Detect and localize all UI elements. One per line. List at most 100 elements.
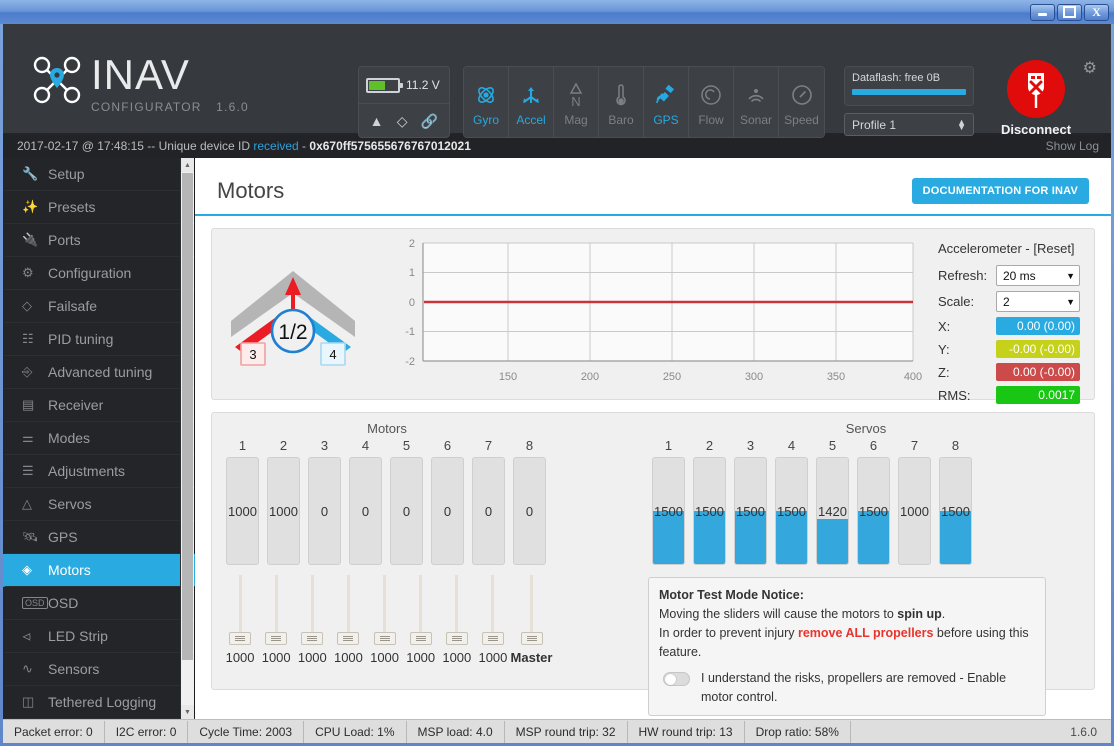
slider-handle[interactable] [229,632,252,645]
restore-button[interactable] [1057,3,1082,21]
sidebar-item-label: Sensors [48,661,100,677]
sidebar-item-configuration[interactable]: ⚙ Configuration [3,257,195,290]
servo-bar-value: 1500 [941,504,970,519]
refresh-select[interactable]: 20 ms ▼ [996,265,1080,286]
sensor-accel[interactable]: Accel [509,67,554,137]
slider-track[interactable] [383,575,387,633]
enable-motor-control-toggle[interactable] [663,672,690,686]
svg-text:300: 300 [745,371,763,383]
accelerometer-title[interactable]: Accelerometer - [Reset] [938,241,1080,256]
accelerometer-chart: 2 1 0 -1 -2 150 200 250 300 350 400 [368,235,928,393]
sensor-baro[interactable]: Baro [599,67,644,137]
accel-x-label: X: [938,318,951,334]
warning-icon[interactable]: ▲ [370,114,384,128]
motor-number: 3 [320,438,329,453]
motor-slider[interactable]: 1000 [258,575,294,665]
slider-handle[interactable] [409,632,432,645]
motor-bar: 0 [431,457,464,565]
scale-select[interactable]: 2 ▼ [996,291,1080,312]
slider-track[interactable] [274,575,278,633]
motor-slider[interactable]: 1000 [439,575,475,665]
sidebar-item-pid-tuning[interactable]: ☷ PID tuning [3,323,195,356]
motor-slider[interactable]: 1000 [475,575,511,665]
scrollbar-thumb[interactable] [182,173,193,660]
sidebar-item-receiver[interactable]: ▤ Receiver [3,389,195,422]
servo-bar-value: 1500 [736,504,765,519]
sidebar-item-label: Advanced tuning [48,364,153,380]
motor-number: 5 [402,438,411,453]
slider-track[interactable] [310,575,314,633]
status-msp-round-trip: MSP round trip: 32 [505,720,628,743]
sensor-mag[interactable]: N Mag [554,67,599,137]
slider-handle[interactable] [265,632,288,645]
sidebar-item-servos[interactable]: △ Servos [3,488,195,521]
sensor-gps[interactable]: GPS [644,67,689,137]
sidebar-item-ports[interactable]: 🔌 Ports [3,224,195,257]
motor-slider[interactable]: 1000 [330,575,366,665]
scroll-down-arrow-icon[interactable]: ▼ [181,705,194,719]
parachute-icon[interactable]: ◇ [397,114,408,128]
servo-bar-cell: 1500 [689,457,730,565]
refresh-value: 20 ms [1003,268,1036,283]
motor-slider[interactable]: 1000 [294,575,330,665]
sidebar-item-setup[interactable]: 🔧 Setup [3,158,195,191]
scale-row: Scale: 2 ▼ [938,291,1080,312]
motor-slider[interactable]: 1000 [222,575,258,665]
sensor-speed[interactable]: Speed [779,67,824,137]
minimize-button[interactable] [1030,3,1055,21]
motor-slider[interactable]: 1000 [367,575,403,665]
motor-icon: ◈ [22,562,32,577]
sidebar-item-motors[interactable]: ◈ Motors [3,554,195,587]
slider-handle[interactable] [301,632,324,645]
notice-heading: Motor Test Mode Notice: [659,588,804,602]
slider-track[interactable] [419,575,423,633]
sidebar-item-tethered-logging[interactable]: ◫ Tethered Logging [3,686,195,719]
motors-pane: Motors 12345678 1000 1000 0 0 0 0 0 0 1000 1000 1… [222,421,553,681]
slider-track[interactable] [238,575,242,633]
sidebar-scrollbar[interactable]: ▲ ▼ [180,158,194,719]
sidebar-item-osd[interactable]: OSD OSD [3,587,195,620]
sidebar-item-adjustments[interactable]: ☰ Adjustments [3,455,195,488]
close-button[interactable]: X [1084,3,1109,21]
disconnect-button[interactable]: Disconnect [998,60,1074,137]
scroll-up-arrow-icon[interactable]: ▲ [181,158,194,172]
slider-handle[interactable] [373,632,396,645]
sensor-sonar[interactable]: Sonar [734,67,779,137]
sidebar-item-label: Setup [48,166,85,182]
servo-bar: 1500 [857,457,890,565]
slider-track[interactable] [530,575,533,633]
profile-select[interactable]: Profile 1 ▲ ▼ [844,113,974,136]
gps-icon [654,78,678,112]
documentation-button[interactable]: DOCUMENTATION FOR INAV [911,178,1089,204]
sidebar-item-presets[interactable]: ✨ Presets [3,191,195,224]
show-log-button[interactable]: Show Log [1046,139,1099,153]
slider-handle[interactable] [445,632,468,645]
sidebar-item-gps[interactable]: 🛰 GPS [3,521,195,554]
slider-track[interactable] [455,575,459,633]
sidebar-item-modes[interactable]: ⚌ Modes [3,422,195,455]
sidebar-item-failsafe[interactable]: ◇ Failsafe [3,290,195,323]
svg-text:250: 250 [663,371,681,383]
equalizer-icon: ☰ [22,463,34,478]
svg-text:200: 200 [581,371,599,383]
slider-handle[interactable] [481,632,504,645]
servo-bar-cell: 1500 [853,457,894,565]
sensor-gyro[interactable]: Gyro [464,67,509,137]
sidebar-item-led-strip[interactable]: ⏿ LED Strip [3,620,195,653]
sensor-flow[interactable]: Flow [689,67,734,137]
sensor-label: Baro [608,112,634,127]
slider-handle[interactable] [520,632,543,645]
link-icon[interactable]: 🔗 [421,114,438,128]
sidebar-item-advanced-tuning[interactable]: ⎆ Advanced tuning [3,356,195,389]
sidebar-item-sensors[interactable]: ∿ Sensors [3,653,195,686]
window-titlebar: X [0,0,1114,24]
settings-gear-icon[interactable]: ⚙ [1083,58,1097,78]
motor-slider[interactable]: 1000 [403,575,439,665]
slider-track[interactable] [491,575,495,633]
slider-track[interactable] [346,575,350,633]
accel-y-label: Y: [938,341,950,357]
slider-handle[interactable] [337,632,360,645]
servo-bar-value: 1500 [695,504,724,519]
motor-bar-value: 1000 [269,504,298,519]
motor-slider[interactable]: Master [511,575,552,665]
